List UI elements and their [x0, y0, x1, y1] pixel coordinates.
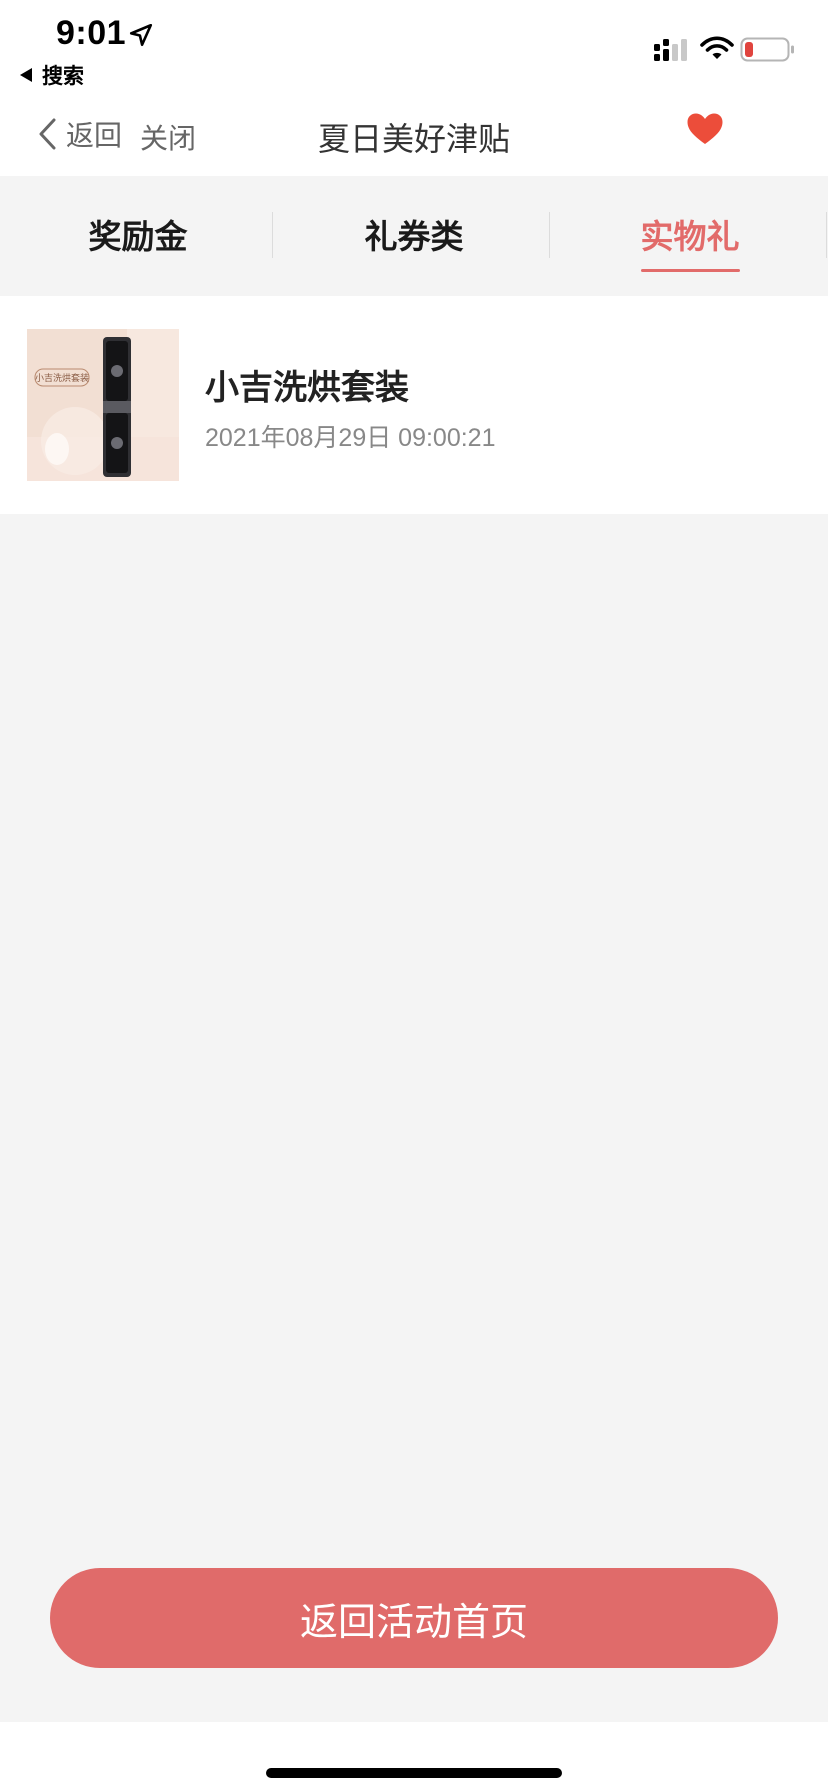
tab-coupons[interactable]: 礼券类: [276, 176, 552, 296]
category-tabs: 奖励金 礼券类 实物礼: [0, 176, 828, 296]
wifi-icon: [700, 36, 734, 59]
back-to-app-label: 搜索: [42, 64, 84, 88]
status-time: 9:01: [56, 14, 127, 52]
home-indicator[interactable]: [266, 1768, 562, 1778]
back-triangle-icon: [20, 68, 32, 82]
back-button-label: 返回: [66, 119, 123, 152]
back-to-app-link[interactable]: 搜索: [20, 60, 84, 90]
battery-icon: [740, 37, 794, 62]
footer: [0, 1722, 828, 1792]
thumbnail-caption: 小吉洗烘套装: [35, 372, 89, 384]
tab-label: 奖励金: [88, 217, 188, 256]
item-title: 小吉洗烘套装: [205, 368, 409, 408]
close-button[interactable]: 关闭: [140, 117, 196, 157]
heart-icon[interactable]: [686, 112, 724, 146]
navigation-bar: 返回 关闭 夏日美好津贴: [0, 92, 828, 176]
item-timestamp: 2021年08月29日 09:00:21: [205, 424, 496, 452]
tab-divider: [549, 212, 550, 258]
cellular-signal-icon: [654, 39, 687, 61]
status-bar: 9:01 搜索: [0, 0, 828, 92]
return-to-activity-home-button[interactable]: 返回活动首页: [50, 1568, 778, 1668]
tab-reward-money[interactable]: 奖励金: [0, 176, 276, 296]
tab-label: 实物礼: [640, 210, 740, 272]
location-arrow-icon: [129, 23, 153, 47]
tab-physical-gifts[interactable]: 实物礼: [552, 176, 828, 296]
gift-list: 小吉洗烘套装 小吉洗烘套装 2021年08月29日 09:00:21: [0, 296, 828, 514]
product-thumbnail: 小吉洗烘套装: [27, 329, 179, 481]
tab-label: 礼券类: [364, 217, 464, 256]
page-title: 夏日美好津贴: [317, 120, 510, 158]
back-button[interactable]: 返回: [36, 110, 122, 158]
tab-divider: [826, 212, 827, 258]
tab-divider: [272, 212, 273, 258]
chevron-left-icon: [39, 118, 56, 150]
